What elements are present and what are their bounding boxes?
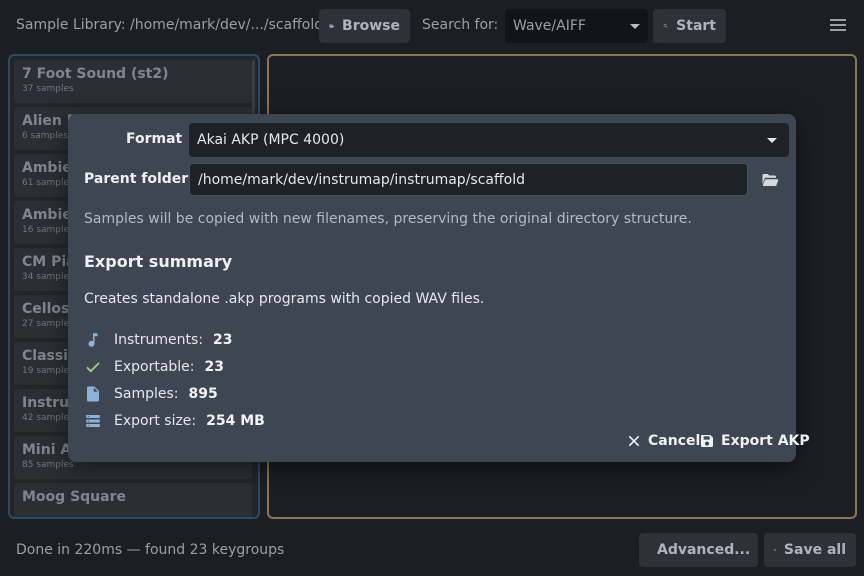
- parent-folder-input[interactable]: /home/mark/dev/instrumap/instrumap/scaff…: [189, 163, 748, 196]
- file-icon: [84, 385, 102, 403]
- browse-folder-button[interactable]: [760, 171, 780, 189]
- save-icon: [774, 549, 776, 551]
- stat-samples-value: 895: [188, 386, 218, 402]
- storage-list-icon: [84, 412, 102, 430]
- cancel-button[interactable]: Cancel: [626, 431, 700, 451]
- export-summary-description: Creates standalone .akp programs with co…: [84, 291, 485, 307]
- stat-export-size: Export size: 254 MB: [84, 411, 265, 431]
- cancel-label: Cancel: [648, 433, 701, 449]
- folder-open-icon: [762, 174, 779, 186]
- stat-instruments-value: 23: [213, 332, 233, 348]
- format-select[interactable]: Akai AKP (MPC 4000): [189, 123, 789, 157]
- hamburger-menu-icon[interactable]: [830, 19, 846, 33]
- library-path-title: Sample Library: /home/mark/dev/.../scaff…: [16, 17, 324, 33]
- library-item[interactable]: 7 Foot Sound (st2) 37 samples: [14, 60, 252, 103]
- save-icon: [700, 435, 713, 447]
- library-item[interactable]: Moog Square: [14, 483, 252, 517]
- format-label: Format: [126, 131, 183, 147]
- export-akp-button[interactable]: Export AKP: [699, 431, 810, 451]
- parent-folder-value: /home/mark/dev/instrumap/instrumap/scaff…: [198, 171, 525, 188]
- stat-export-size-label: Export size:: [114, 413, 197, 429]
- stat-instruments: Instruments: 23: [84, 330, 233, 350]
- search-label: Search for:: [422, 17, 499, 33]
- stat-samples: Samples: 895: [84, 384, 218, 404]
- close-icon: [628, 435, 640, 447]
- export-note: Samples will be copied with new filename…: [84, 211, 692, 227]
- top-bar: Sample Library: /home/mark/dev/.../scaff…: [0, 0, 864, 52]
- stat-exportable: Exportable: 23: [84, 357, 224, 377]
- stat-instruments-label: Instruments:: [114, 332, 204, 348]
- export-akp-label: Export AKP: [721, 433, 810, 449]
- stat-exportable-label: Exportable:: [114, 359, 195, 375]
- export-summary-title: Export summary: [84, 252, 233, 271]
- library-item-count: 37 samples: [22, 84, 74, 94]
- stat-samples-label: Samples:: [114, 386, 179, 402]
- chevron-down-icon: [630, 23, 640, 29]
- save-all-button[interactable]: Save all: [764, 533, 856, 567]
- search-icon: [663, 24, 668, 28]
- search-type-select[interactable]: Wave/AIFF: [505, 9, 648, 43]
- advanced-button[interactable]: Advanced...: [639, 533, 758, 567]
- library-item-name: Moog Square: [22, 489, 126, 505]
- parent-folder-label: Parent folder: [84, 171, 189, 187]
- library-item-name: 7 Foot Sound (st2): [22, 66, 169, 82]
- folder-open-icon: [329, 24, 334, 28]
- browse-label: Browse: [342, 18, 400, 34]
- start-button[interactable]: Start: [653, 9, 726, 43]
- start-label: Start: [676, 18, 716, 34]
- export-dialog: Format Akai AKP (MPC 4000) Parent folder…: [68, 114, 810, 462]
- save-all-label: Save all: [783, 542, 846, 558]
- browse-button[interactable]: Browse: [319, 9, 410, 43]
- stat-export-size-value: 254 MB: [206, 413, 265, 429]
- format-select-value: Akai AKP (MPC 4000): [197, 132, 345, 148]
- status-text: Done in 220ms — found 23 keygroups: [16, 542, 285, 558]
- check-icon: [84, 358, 102, 376]
- advanced-label: Advanced...: [657, 542, 751, 558]
- music-note-icon: [84, 331, 102, 349]
- search-type-value: Wave/AIFF: [513, 18, 586, 34]
- stat-exportable-value: 23: [204, 359, 224, 375]
- chevron-down-icon: [767, 137, 777, 143]
